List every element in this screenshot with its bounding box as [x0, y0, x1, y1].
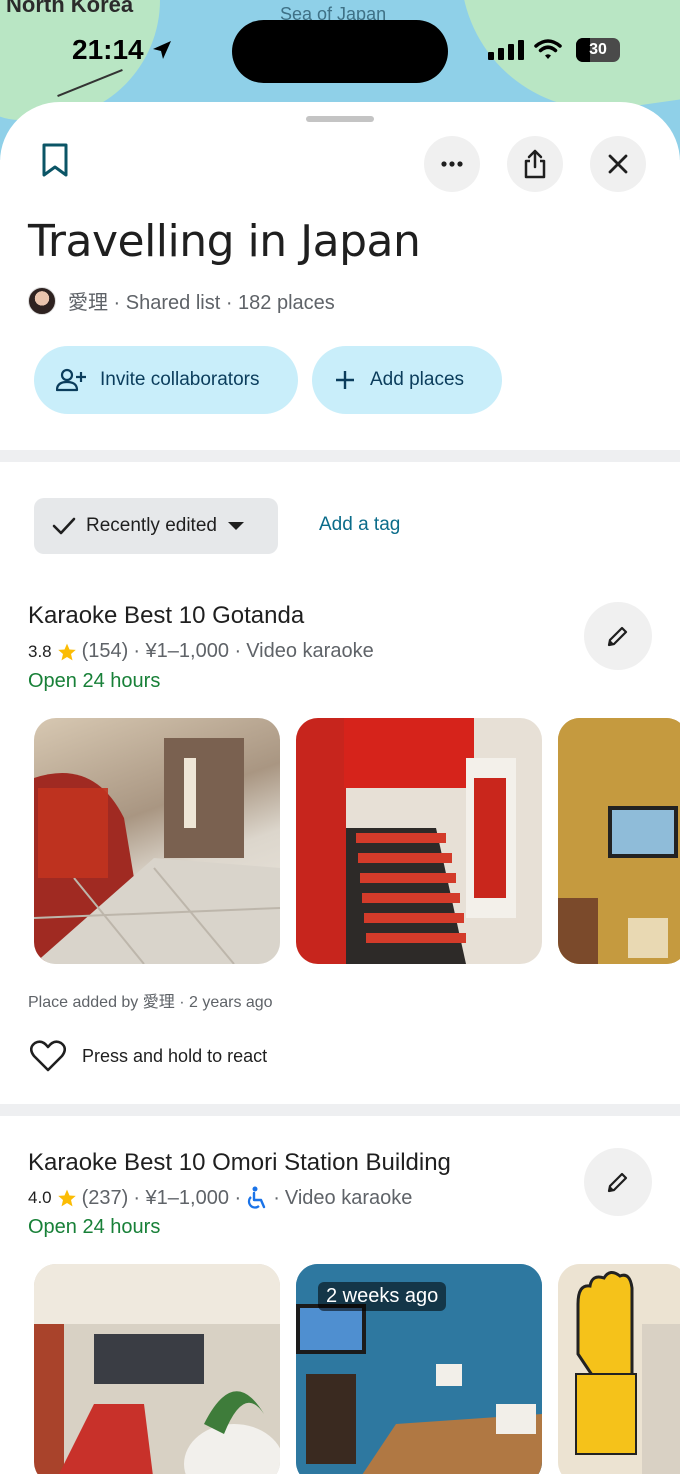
star-icon	[57, 1189, 76, 1207]
drag-handle[interactable]	[306, 116, 374, 122]
place-added-by: Place added by 愛理 · 2 years ago	[28, 994, 273, 1011]
place-category: Video karaoke	[284, 1186, 413, 1209]
battery-indicator: 30	[576, 38, 620, 62]
place-rating: 4.0	[28, 1188, 52, 1207]
photo-illustration	[558, 1264, 680, 1474]
location-arrow-icon	[153, 41, 171, 59]
place-photo[interactable]	[558, 1264, 680, 1474]
pencil-icon	[607, 1172, 628, 1193]
place-hours: Open 24 hours	[28, 1216, 161, 1238]
list-meta-text: 愛理 · Shared list · 182 places	[68, 292, 335, 314]
place-price: · ¥1–1,000 ·	[133, 1186, 242, 1209]
place-hours: Open 24 hours	[28, 670, 161, 692]
place-photo[interactable]	[296, 718, 542, 964]
dropdown-icon	[227, 522, 244, 530]
more-icon	[441, 161, 463, 167]
sort-label: Recently edited	[86, 515, 217, 536]
place-rating: 3.8	[28, 641, 52, 661]
share-button[interactable]	[507, 136, 563, 192]
react-label: Press and hold to react	[82, 1045, 268, 1066]
place-category: Video karaoke	[246, 640, 374, 662]
list-title: Travelling in Japan	[28, 216, 421, 267]
close-icon	[608, 154, 628, 174]
check-icon	[52, 517, 76, 535]
status-time: 21:14	[72, 34, 144, 65]
photo-age-badge: 2 weeks ago	[318, 1282, 447, 1311]
react-button[interactable]: Press and hold to react	[30, 1040, 267, 1072]
place-reviews: (237)	[81, 1186, 129, 1209]
photo-illustration	[558, 718, 680, 964]
dynamic-island	[232, 20, 448, 83]
add-places-button[interactable]: Add places	[312, 346, 502, 414]
section-divider	[0, 450, 680, 462]
star-icon	[57, 643, 76, 660]
photo-illustration	[296, 718, 516, 964]
place-photo[interactable]	[34, 1264, 280, 1474]
place-name[interactable]: Karaoke Best 10 Omori Station Building	[28, 1149, 451, 1177]
add-tag-link[interactable]: Add a tag	[319, 514, 400, 536]
place-reviews: (154)	[81, 640, 129, 662]
sort-dropdown[interactable]: Recently edited	[34, 498, 278, 554]
more-options-button[interactable]	[424, 136, 480, 192]
edit-note-button[interactable]	[584, 602, 652, 670]
place-meta: 4.0 (237) · ¥1–1,000 · · Video karaoke	[28, 1186, 412, 1210]
share-icon	[524, 149, 546, 179]
list-sheet: Travelling in Japan 愛理 · Shared list · 1…	[0, 102, 680, 1474]
invite-collaborators-button[interactable]: Invite collaborators	[34, 346, 298, 414]
add-person-icon	[56, 368, 86, 392]
edit-note-button[interactable]	[584, 1148, 652, 1216]
place-photo[interactable]	[34, 718, 280, 964]
add-places-label: Add places	[370, 369, 465, 390]
wifi-icon	[534, 39, 562, 59]
section-divider	[0, 1104, 680, 1116]
map-label: North Korea	[6, 0, 134, 17]
cellular-signal-icon	[488, 40, 524, 60]
photo-illustration	[34, 738, 280, 964]
place-photo[interactable]	[558, 718, 680, 964]
list-meta: 愛理 · Shared list · 182 places	[28, 286, 335, 315]
pencil-icon	[607, 626, 628, 647]
bookmark-icon[interactable]	[40, 142, 70, 178]
avatar[interactable]	[28, 286, 56, 315]
wheelchair-icon	[248, 1186, 266, 1209]
place-name[interactable]: Karaoke Best 10 Gotanda	[28, 602, 304, 630]
place-meta-separator: ·	[273, 1186, 280, 1209]
heart-icon	[30, 1040, 66, 1072]
place-meta: 3.8 (154) · ¥1–1,000 · Video karaoke	[28, 640, 374, 663]
place-price: · ¥1–1,000 ·	[133, 640, 242, 662]
place-photo[interactable]: 2 weeks ago	[296, 1264, 542, 1474]
plus-icon	[336, 371, 354, 389]
invite-label: Invite collaborators	[100, 369, 260, 390]
photo-illustration	[34, 1264, 280, 1474]
close-button[interactable]	[590, 136, 646, 192]
